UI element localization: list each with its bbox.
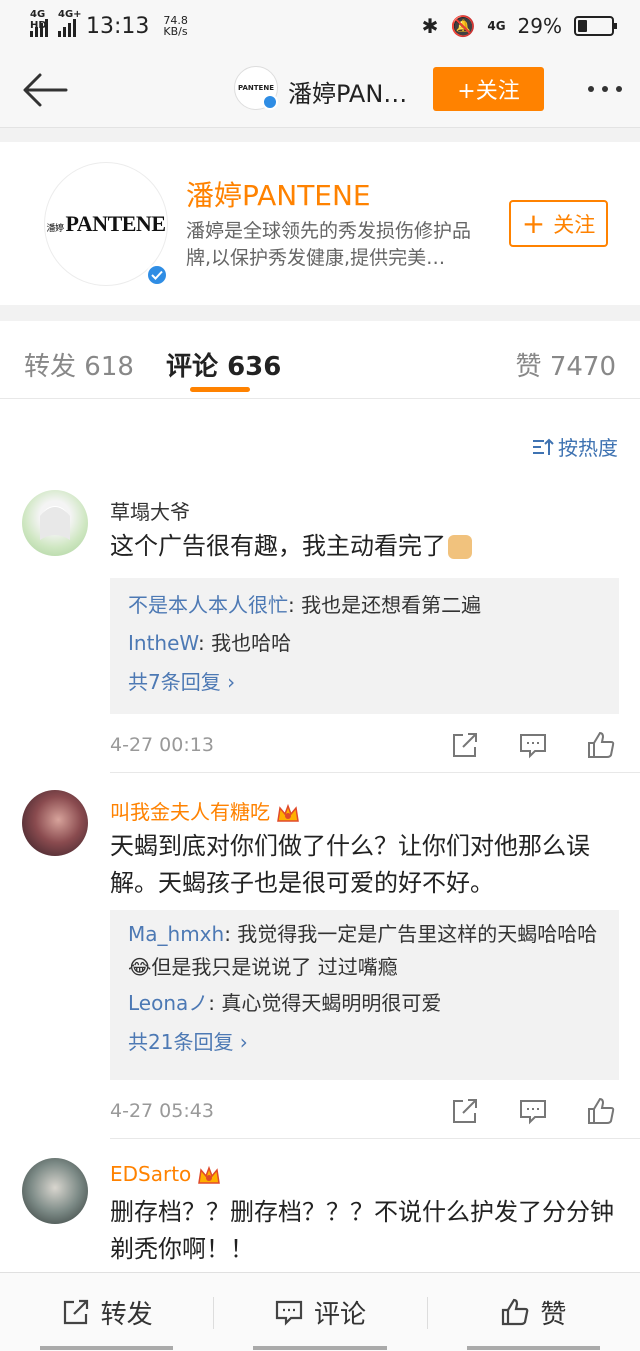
comment-timestamp: 4-27 05:43 [110,1100,214,1122]
reply-item: 不是本人本人很忙: 我也是还想看第二遍 [128,593,482,617]
profile-name[interactable]: 潘婷PANTENE [186,174,371,214]
clock: 13:13 [86,13,150,39]
nav-bar: PANTENE 潘婷PAN… +关注 [0,52,640,128]
divider [110,1138,640,1139]
reply-box[interactable]: 不是本人本人很忙: 我也是还想看第二遍 IntheW: 我也哈哈 共7条回复 › [110,578,619,714]
comment-author[interactable]: 叫我金夫人有糖吃 [110,796,300,825]
battery-icon [574,16,617,36]
network-speed: 74.8 KB/s [163,15,188,37]
avatar[interactable] [22,790,88,856]
signal-icon-2: 4G+ [58,9,82,37]
tab-like[interactable]: 赞 7470 [516,346,616,383]
profile-follow-button[interactable]: + 关注 [509,200,608,247]
reply-author[interactable]: Ma_hmxh [128,922,224,946]
tab-bar: 转发 618 评论 636 赞 7470 [0,321,640,399]
nav-follow-button[interactable]: +关注 [433,67,544,111]
signal-icon: 4G HD [30,9,48,37]
reply-author[interactable]: IntheW [128,631,198,655]
nav-avatar-brand: PANTENE [238,84,274,92]
crown-badge-icon [277,803,299,822]
crown-badge-icon [198,1165,221,1184]
like-icon[interactable] [586,1096,616,1126]
system-nav-indicator [0,1346,640,1351]
bottom-toolbar: 转发 评论 赞 [0,1272,640,1351]
repost-label: 转发 [100,1299,153,1330]
avatar[interactable] [22,490,88,556]
back-arrow-icon [23,73,68,106]
tab-repost[interactable]: 转发 618 [24,346,134,383]
nav-title: 潘婷PAN… [288,80,408,108]
pantene-logo: 潘婷PANTENE [46,211,166,236]
verified-badge-icon [146,264,168,286]
repost-icon[interactable] [450,1096,480,1126]
reply-item: Leonaノ: 真心觉得天蝎明明很可爱 [128,991,442,1015]
comment-button[interactable]: 评论 [213,1273,426,1351]
comment-text: 删存档？？删存档？？？不说什么护发了分分钟剃秃你啊！！ [110,1198,614,1263]
sort-label: 按热度 [558,436,618,460]
divider [110,772,640,773]
comment-icon[interactable] [518,730,548,760]
status-bar: 4G HD 4G+ 13:13 74.8 KB/s ✱ 🔕 4G 29% [0,0,640,52]
comment-text: 这个广告很有趣，我主动看完了 [110,528,625,565]
network-type-2: 4G+ [58,9,82,20]
back-button[interactable] [0,52,90,128]
reply-box[interactable]: Ma_hmxh: 我觉得我一定是广告里这样的天蝎哈哈哈😂但是我只是说说了 过过嘴… [110,910,619,1080]
profile-card[interactable]: 潘婷PANTENE 潘婷PANTENE 潘婷是全球领先的秀发损伤修护品牌,以保护… [0,142,640,305]
battery-percent: 29% [517,14,562,38]
comment-text: 天蝎到底对你们做了什么？让你们对他那么误解。天蝎孩子也是很可爱的好不好。 [110,832,590,897]
like-label: 赞 [540,1299,567,1330]
reply-item: Ma_hmxh: 我觉得我一定是广告里这样的天蝎哈哈哈😂但是我只是说说了 过过嘴… [128,922,598,979]
doge-emoji-icon [448,535,472,559]
comment-label: 评论 [313,1299,366,1330]
repost-icon [63,1299,88,1325]
avatar[interactable] [22,1158,88,1224]
comment-author[interactable]: 草塌大爷 [110,496,190,525]
profile-description: 潘婷是全球领先的秀发损伤修护品牌,以保护秀发健康,提供完美… [186,220,472,269]
plus-icon: + [521,207,546,240]
follow-label: 关注 [553,212,596,237]
comment-timestamp: 4-27 00:13 [110,734,214,756]
verified-badge-icon [262,94,278,110]
repost-button[interactable]: 转发 [0,1273,213,1351]
network-type-3: 4G [487,19,506,33]
reply-author[interactable]: Leonaノ [128,991,208,1015]
speed-unit: KB/s [163,25,188,38]
network-type-1: 4G HD [30,9,47,31]
more-options-icon[interactable] [588,74,622,92]
comment-icon [275,1300,303,1326]
more-replies-link[interactable]: 共21条回复 › [128,1022,601,1062]
reply-item: IntheW: 我也哈哈 [128,631,292,655]
repost-icon[interactable] [450,730,480,760]
sort-icon [533,438,554,455]
divider [0,305,640,321]
like-icon [502,1298,529,1326]
reply-author[interactable]: 不是本人本人很忙 [128,593,288,617]
more-replies-link[interactable]: 共7条回复 › [128,662,601,702]
active-tab-indicator [190,387,250,392]
comment-icon[interactable] [518,1096,548,1126]
bluetooth-icon: ✱ [421,14,439,38]
divider [0,128,640,142]
mute-bell-icon: 🔕 [450,14,476,38]
like-button[interactable]: 赞 [426,1273,640,1351]
sort-by-hot-button[interactable]: 按热度 [532,432,618,461]
tab-comment[interactable]: 评论 636 [166,346,281,383]
comment-author[interactable]: EDSarto [110,1162,221,1187]
like-icon[interactable] [586,730,616,760]
